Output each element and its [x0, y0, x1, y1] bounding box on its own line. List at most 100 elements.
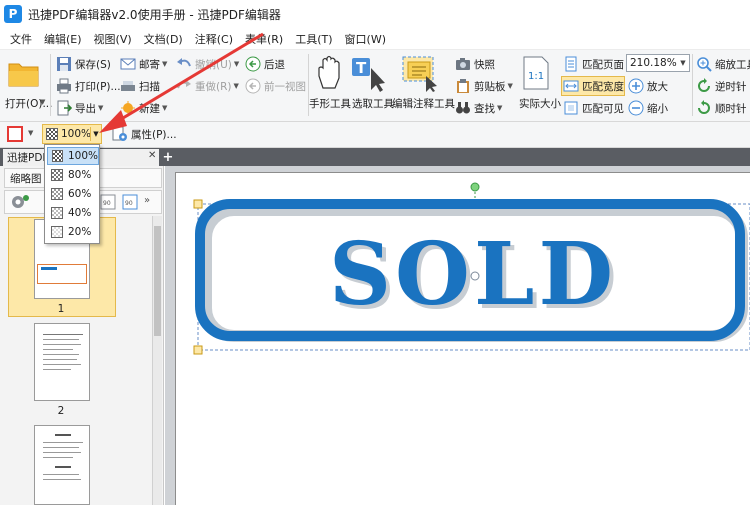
new-tab-plus-icon[interactable]: +	[162, 150, 174, 165]
actual-size-icon[interactable]: 1:1	[522, 56, 550, 90]
clipboard-caret-icon: ▼	[507, 82, 513, 90]
opacity-dropdown-menu: 100% 80% 60% 40% 20%	[44, 144, 100, 244]
export-icon	[57, 100, 72, 116]
opacity-option-80[interactable]: 80%	[47, 166, 99, 184]
menu-file[interactable]: 文件	[4, 31, 38, 47]
tab-close-icon[interactable]: ✕	[148, 150, 156, 161]
menu-tools[interactable]: 工具(T)	[289, 31, 338, 47]
menu-window[interactable]: 窗口(W)	[339, 31, 392, 47]
hand-tool-button[interactable]: 手形工具	[309, 96, 351, 111]
zoom-out-icon	[628, 100, 644, 116]
fit-page-label: 匹配页面	[582, 58, 624, 71]
opacity-option-60[interactable]: 60%	[47, 185, 99, 203]
zoom-level-value: 210.18%	[630, 57, 677, 69]
thumbnail-options-gear-icon[interactable]	[10, 193, 34, 211]
opacity-swatch-icon	[51, 226, 63, 238]
app-logo-icon: P	[4, 5, 22, 23]
opacity-option-label: 20%	[68, 226, 92, 238]
zoom-out-button[interactable]: 缩小	[628, 100, 668, 116]
zoom-in-label: 放大	[647, 80, 668, 93]
find-button[interactable]: 查找 ▼	[455, 100, 502, 116]
find-caret-icon: ▼	[497, 104, 503, 112]
clipboard-button[interactable]: 剪贴板 ▼	[455, 78, 513, 94]
zoom-out-label: 缩小	[647, 102, 668, 115]
opacity-value: 100%	[61, 128, 92, 140]
fit-width-label: 匹配宽度	[582, 80, 624, 93]
title-bar: P 迅捷PDF编辑器v2.0使用手册 - 迅捷PDF编辑器	[0, 0, 750, 28]
fit-visible-icon	[564, 101, 578, 115]
fit-page-button[interactable]: 匹配页面	[563, 56, 624, 72]
svg-text:1:1: 1:1	[528, 71, 544, 82]
camera-icon	[456, 58, 470, 70]
svg-text:90: 90	[103, 200, 111, 207]
fit-width-icon	[563, 80, 579, 92]
annotation-tool-button[interactable]: 编辑注释工具	[392, 96, 455, 111]
window-title: 迅捷PDF编辑器v2.0使用手册 - 迅捷PDF编辑器	[28, 7, 281, 22]
rotate-ccw-label: 逆时针	[715, 80, 747, 93]
svg-text:90: 90	[125, 200, 133, 207]
panel-expand-chevron-icon[interactable]: »	[144, 195, 150, 206]
clipboard-icon	[457, 79, 469, 93]
opacity-option-20[interactable]: 20%	[47, 223, 99, 241]
stamp-text: SOLD	[329, 224, 617, 325]
fit-visible-button[interactable]: 匹配可见	[563, 100, 624, 116]
select-tool-icon[interactable]: T	[351, 56, 391, 92]
find-label: 查找	[474, 102, 495, 115]
opacity-option-label: 40%	[68, 207, 92, 219]
select-tool-button[interactable]: 选取工具	[352, 96, 394, 111]
border-color-swatch[interactable]	[7, 126, 23, 142]
rotate-cw-icon	[698, 100, 710, 114]
svg-text:T: T	[356, 59, 367, 77]
folder-icon[interactable]	[8, 58, 40, 88]
magnifier-icon	[697, 57, 712, 72]
actual-size-button[interactable]: 实际大小	[519, 96, 561, 111]
rotate-ccw-icon	[698, 78, 710, 92]
opacity-checker-icon	[46, 128, 58, 140]
resize-handle-bottom-left-icon[interactable]	[193, 345, 203, 355]
export-label: 导出	[75, 102, 96, 115]
thumbnail-page-3[interactable]	[34, 425, 90, 505]
snapshot-button[interactable]: 快照	[455, 56, 495, 72]
border-color-caret-icon[interactable]: ▼	[28, 129, 33, 137]
opacity-swatch-icon	[52, 150, 63, 162]
opacity-option-label: 80%	[68, 169, 92, 181]
rotate-ccw-button[interactable]: 逆时针	[696, 78, 747, 94]
rotate-handle-icon[interactable]	[470, 182, 480, 192]
fit-width-button[interactable]: 匹配宽度	[563, 78, 624, 94]
red-pointer-arrow	[99, 32, 264, 133]
resize-handle-top-left-icon[interactable]	[193, 199, 203, 209]
opacity-option-100[interactable]: 100%	[47, 147, 99, 165]
open-caret-icon[interactable]: ▼	[40, 98, 45, 106]
printer-icon	[57, 78, 71, 94]
fit-visible-label: 匹配可见	[582, 102, 624, 115]
fit-page-icon	[565, 56, 577, 72]
opacity-option-label: 100%	[67, 150, 98, 162]
binoculars-icon	[456, 102, 470, 114]
rotate-right-90-icon[interactable]: 90	[122, 194, 138, 210]
sold-stamp[interactable]: SOLD SOLD	[192, 180, 750, 356]
opacity-swatch-icon	[51, 207, 63, 219]
thumbnail-scrollbar[interactable]	[152, 216, 162, 505]
page-number-1: 1	[57, 303, 65, 315]
zoom-in-icon	[628, 78, 644, 94]
opacity-option-label: 60%	[68, 188, 92, 200]
menu-edit[interactable]: 编辑(E)	[38, 31, 88, 47]
rotate-left-90-icon[interactable]: 90	[100, 194, 116, 210]
page-number-2: 2	[57, 405, 65, 417]
opacity-swatch-icon	[51, 188, 63, 200]
thumbnail-panel-title: 缩略图	[10, 172, 42, 185]
save-icon	[57, 57, 71, 71]
zoom-tool-button[interactable]: 缩放工具	[696, 56, 750, 72]
zoom-in-button[interactable]: 放大	[628, 78, 668, 94]
rotate-cw-label: 顺时针	[715, 102, 747, 115]
opacity-option-40[interactable]: 40%	[47, 204, 99, 222]
opacity-swatch-icon	[51, 169, 63, 181]
rotate-cw-button[interactable]: 顺时针	[696, 100, 747, 116]
snapshot-label: 快照	[474, 58, 495, 71]
thumbnail-page-2[interactable]	[34, 323, 90, 401]
annotation-tool-icon[interactable]	[400, 54, 442, 92]
hand-tool-icon[interactable]	[315, 54, 343, 90]
zoom-dropdown-icon[interactable]: ▼	[677, 55, 689, 71]
zoom-tool-label: 缩放工具	[715, 58, 750, 71]
clipboard-label: 剪贴板	[474, 80, 506, 93]
